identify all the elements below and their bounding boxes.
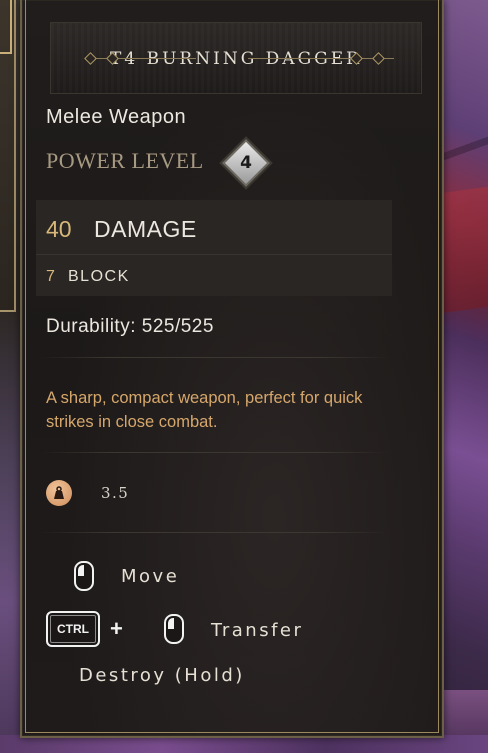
title-ornament-line [86,58,196,59]
background-frame-corner [0,0,12,54]
weight-icon [46,480,72,506]
background-streak [440,186,488,314]
action-transfer-label: Transfer [211,620,304,641]
weight-value: 3.5 [101,484,130,502]
durability-text: Durability: 525/525 [46,316,214,337]
block-label: BLOCK [68,268,130,285]
block-value: 7 [46,268,55,285]
power-level-label: POWER LEVEL [46,148,204,173]
section-divider [40,532,390,533]
section-divider [40,452,390,453]
action-destroy-label: Destroy (Hold) [79,665,245,686]
power-level-value: 4 [240,153,252,173]
ctrl-key-icon: CTRL [46,611,100,647]
damage-value: 40 [46,216,72,242]
stats-divider [36,254,392,255]
section-divider [40,357,390,358]
mouse-left-click-icon [74,561,94,591]
plus-sign: + [110,616,123,641]
ctrl-key-label: CTRL [57,622,89,636]
damage-label: DAMAGE [94,216,197,242]
item-description: A sharp, compact weapon, perfect for qui… [46,389,363,431]
background-scene [440,0,488,753]
mouse-button-highlight [168,618,174,629]
action-move-label: Move [121,566,180,587]
mouse-left-click-icon [164,614,184,644]
mouse-button-highlight [78,565,84,576]
item-type: Melee Weapon [46,106,187,128]
